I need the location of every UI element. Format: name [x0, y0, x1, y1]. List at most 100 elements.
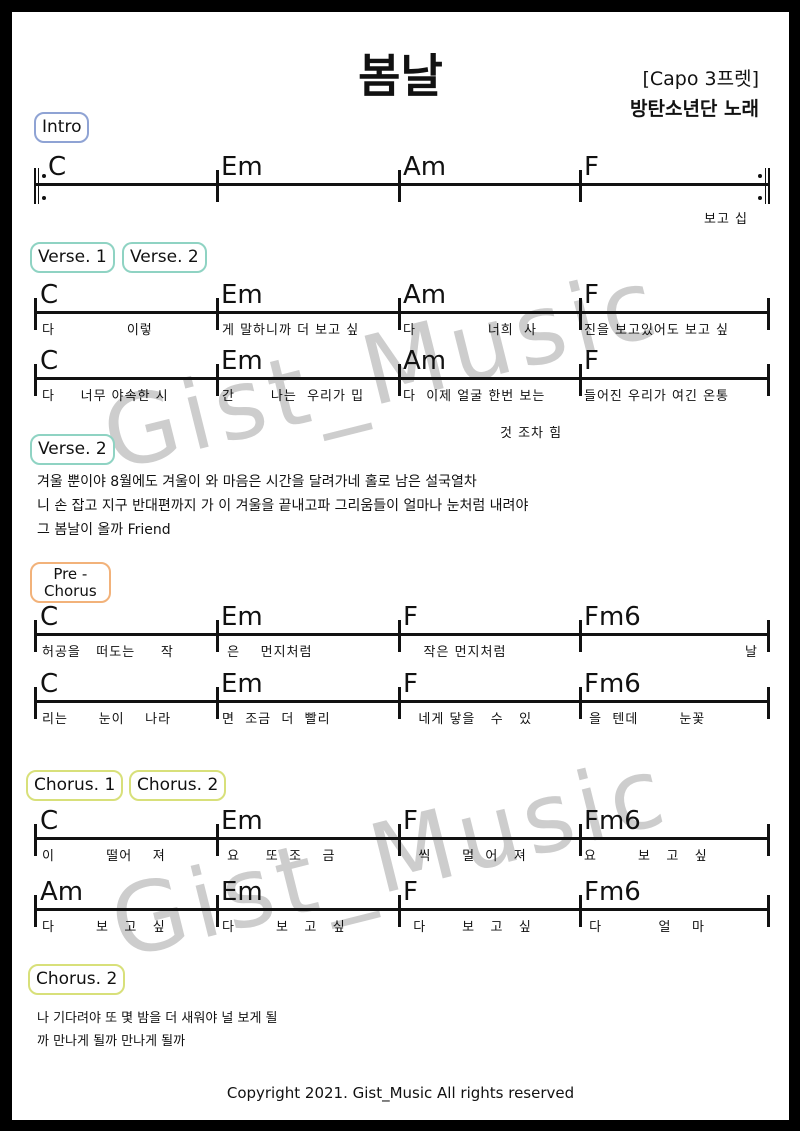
lyric: 다 이렇	[42, 323, 153, 338]
bar-line	[767, 620, 770, 652]
chord: C	[40, 669, 59, 699]
chord: Am	[403, 280, 447, 310]
staff-line	[34, 377, 770, 380]
lyric: 날	[745, 645, 758, 660]
lyric: 다 너무 야속한 시	[42, 389, 169, 404]
lyric: 을 텐데 눈꽃	[584, 712, 706, 727]
bar-line	[767, 687, 770, 719]
bar-line	[216, 298, 219, 330]
bar-line	[767, 824, 770, 856]
chord: Am	[403, 346, 447, 376]
section-badge-chorus-1: Chorus. 1	[26, 770, 124, 801]
lyric: 간 나는 우리가 밉	[222, 389, 365, 404]
lyric: 다 보 고 싶	[403, 920, 532, 935]
staff-line	[34, 908, 770, 911]
bar-line	[579, 298, 582, 330]
repeat-dot	[758, 174, 762, 178]
chord-row: C Em Am F 보고 십	[34, 154, 770, 227]
bar-line	[216, 824, 219, 856]
chord: Fm6	[584, 669, 641, 699]
section-badge-prechorus: Pre - Chorus	[30, 562, 111, 603]
chord: Em	[221, 346, 263, 376]
chord: F	[584, 152, 599, 182]
chord-row: C Em F Fm6 허공을 떠도는 작 은 먼지처럼 작은 먼지처럼 날	[34, 604, 770, 664]
chord: Em	[221, 152, 263, 182]
bar-line	[767, 298, 770, 330]
chord: Em	[221, 280, 263, 310]
chord-row: C Em Am F 다 이렇 게 말하니까 더 보고 싶 다 너희 사 진을 보…	[34, 282, 770, 342]
section-badge-chorus-2: Chorus. 2	[129, 770, 227, 801]
section-badge-verse-2-text: Verse. 2	[30, 434, 115, 465]
bar-line	[216, 895, 219, 927]
bar-line	[398, 895, 401, 927]
bar-line	[579, 687, 582, 719]
chord-row: Am Em F Fm6 다 보 고 싶 다 보 고 싶 다 보 고 싶 다 얼 …	[34, 879, 770, 939]
repeat-dot	[42, 196, 46, 200]
bar-line	[579, 364, 582, 396]
lyric: 허공을 떠도는 작	[42, 645, 174, 660]
bar-line	[579, 895, 582, 927]
section-badge-verse-2: Verse. 2	[122, 242, 207, 273]
lyric: 다 얼 마	[584, 920, 705, 935]
bar-line	[216, 620, 219, 652]
bar-line	[216, 364, 219, 396]
lyric: 다 보 고 싶	[222, 920, 346, 935]
bar-line	[398, 824, 401, 856]
staff-line	[34, 183, 770, 186]
bar-line	[398, 298, 401, 330]
lyric-line: 니 손 잡고 지구 반대편까지 가 이 겨울을 끝내고파 그리움들이 얼마나 눈…	[37, 498, 529, 514]
lyric: 이 떨어 져	[42, 849, 166, 864]
chord: F	[403, 669, 418, 699]
lyric: 씩 멀 어 져	[403, 849, 527, 864]
lyric-continuation: 것 조차 힘	[500, 426, 563, 441]
lyric: 다 너희 사	[403, 323, 537, 338]
lyric: 보고 십	[703, 212, 748, 227]
bar-line	[398, 170, 401, 202]
staff-line	[34, 700, 770, 703]
capo-info: [Capo 3프렛]	[642, 68, 759, 90]
staff-line	[34, 633, 770, 636]
chord: F	[403, 602, 418, 632]
chord: Em	[221, 602, 263, 632]
chord: C	[40, 602, 59, 632]
bar-line	[767, 895, 770, 927]
bar-line	[579, 620, 582, 652]
bar-line	[34, 824, 37, 856]
lyric: 작은 먼지처럼	[403, 645, 507, 660]
repeat-dot	[42, 174, 46, 178]
section-badge-chorus-2-text: Chorus. 2	[28, 964, 126, 995]
bar-line	[34, 298, 37, 330]
bar-line	[398, 687, 401, 719]
lyric: 은 먼지처럼	[222, 645, 313, 660]
bar-line	[34, 364, 37, 396]
repeat-end-bar	[768, 168, 770, 204]
chord: Fm6	[584, 602, 641, 632]
chord: Am	[403, 152, 447, 182]
bar-line	[34, 687, 37, 719]
repeat-start-bar	[34, 168, 36, 204]
repeat-dot	[758, 196, 762, 200]
staff-line	[34, 311, 770, 314]
repeat-start-bar	[38, 168, 39, 204]
chord: C	[40, 280, 59, 310]
chord: F	[584, 280, 599, 310]
lyric: 다 보 고 싶	[42, 920, 166, 935]
lyric: 네게 닿을 수 있	[403, 712, 533, 727]
chord: Em	[221, 877, 263, 907]
chord: Fm6	[584, 877, 641, 907]
bar-line	[579, 170, 582, 202]
staff-line	[34, 837, 770, 840]
chord: Fm6	[584, 806, 641, 836]
copyright-footer: Copyright 2021. Gist_Music All rights re…	[226, 1084, 575, 1102]
bar-line	[216, 170, 219, 202]
chord: F	[403, 877, 418, 907]
chord: C	[48, 152, 67, 182]
chord-row: C Em F Fm6 리는 눈이 나라 면 조금 더 빨리 네게 닿을 수 있 …	[34, 671, 770, 731]
chord: C	[40, 806, 59, 836]
lyric: 요 또 조 금	[222, 849, 336, 864]
bar-line	[767, 364, 770, 396]
repeat-end-bar	[765, 168, 766, 204]
bar-line	[34, 895, 37, 927]
lyric-line: 그 봄날이 올까 Friend	[37, 522, 171, 538]
chord: Em	[221, 806, 263, 836]
